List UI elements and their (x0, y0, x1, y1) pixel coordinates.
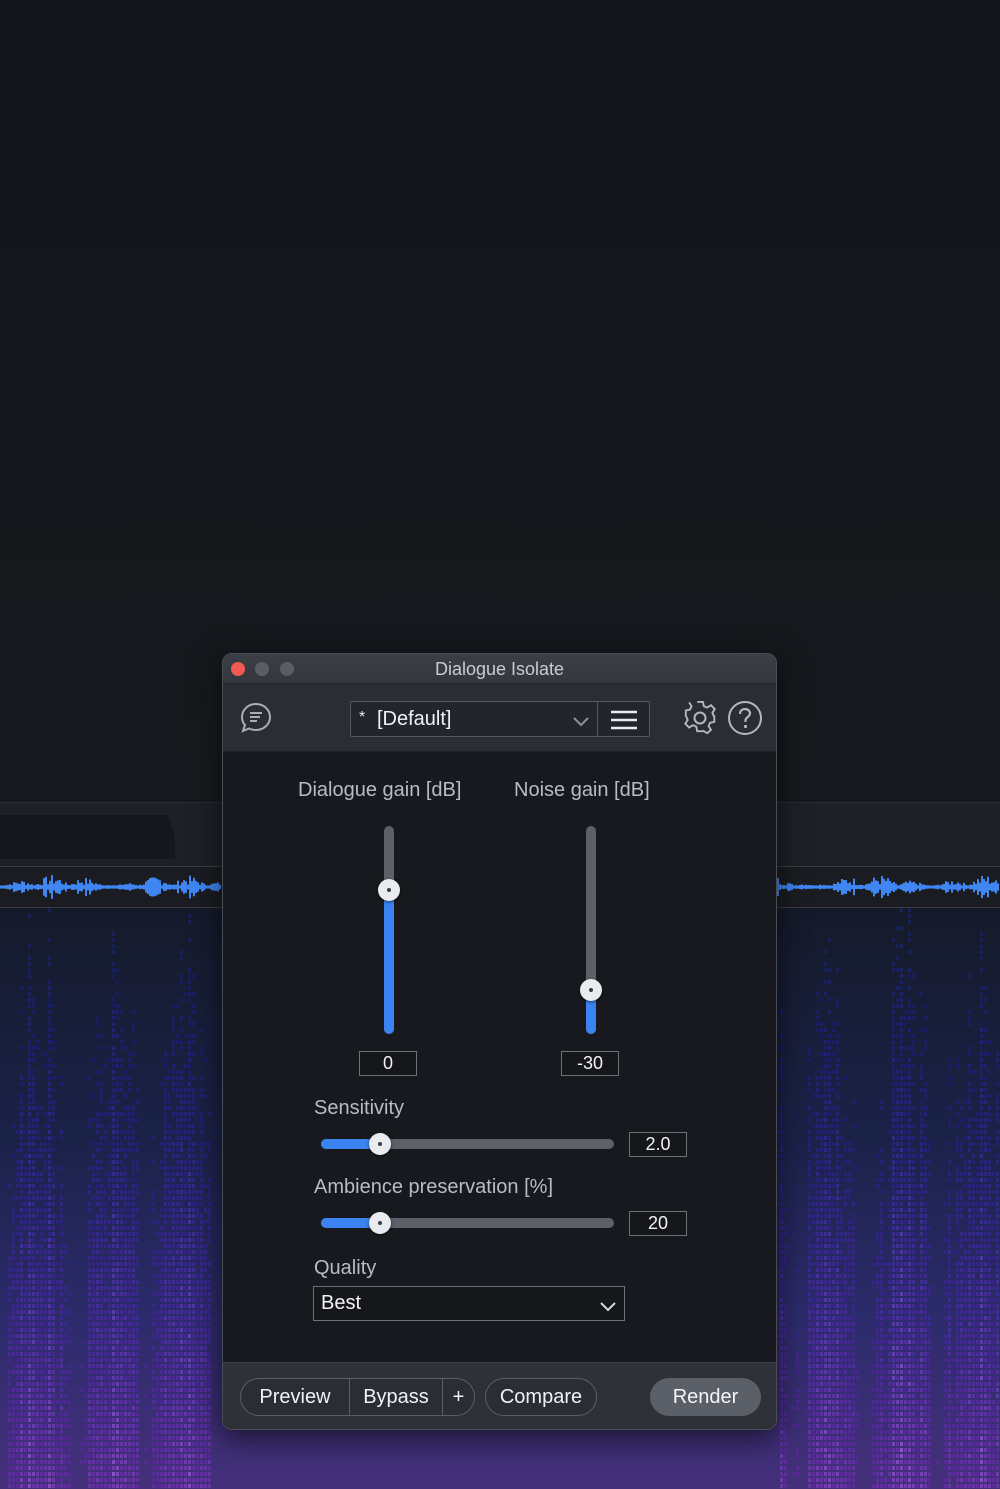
dialogue-gain-label: Dialogue gain [dB] (298, 779, 462, 801)
chevron-down-icon[interactable] (573, 714, 589, 732)
dialogue-gain-slider[interactable] (378, 826, 400, 1034)
sensitivity-label: Sensitivity (314, 1097, 405, 1119)
dialogue-isolate-window: Dialogue Isolate * [Default] Dialogue ga… (222, 653, 777, 1430)
quality-selected-value: Best (321, 1292, 362, 1314)
window-title: Dialogue Isolate (434, 659, 565, 679)
preview-bypass-group: Preview Bypass + (240, 1378, 475, 1416)
bypass-button[interactable]: Bypass (350, 1379, 442, 1415)
ambience-preservation-slider[interactable] (321, 1212, 614, 1234)
ambience-preservation-value-field[interactable]: 20 (629, 1211, 687, 1236)
noise-gain-value-field[interactable]: -30 (561, 1051, 619, 1076)
preset-modified-marker: * (359, 709, 366, 726)
plugin-footer: Preview Bypass + Compare Render (223, 1362, 776, 1429)
chevron-down-icon (600, 1299, 616, 1317)
preset-divider (597, 702, 598, 736)
help-icon[interactable] (727, 700, 763, 741)
render-button[interactable]: Render (650, 1378, 761, 1416)
sensitivity-handle[interactable] (369, 1133, 391, 1155)
gear-icon[interactable] (682, 700, 718, 741)
add-bypass-button[interactable]: + (443, 1379, 474, 1415)
ambience-preservation-label: Ambience preservation [%] (314, 1176, 554, 1198)
quality-label: Quality (314, 1257, 377, 1279)
dialogue-gain-fill (384, 890, 394, 1034)
sensitivity-value-field[interactable]: 2.0 (629, 1132, 687, 1157)
window-titlebar[interactable]: Dialogue Isolate (223, 654, 776, 684)
preset-selector[interactable]: * [Default] (350, 701, 650, 737)
preset-name: [Default] (377, 708, 452, 730)
dialogue-gain-value-field[interactable]: 0 (359, 1051, 417, 1076)
editor-tab[interactable] (0, 815, 175, 859)
compare-group: Compare (485, 1378, 597, 1416)
noise-gain-handle[interactable] (580, 979, 602, 1001)
ambience-preservation-handle[interactable] (369, 1212, 391, 1234)
noise-gain-label: Noise gain [dB] (514, 779, 650, 801)
preview-button[interactable]: Preview (241, 1379, 349, 1415)
quality-dropdown[interactable]: Best (313, 1286, 625, 1321)
chat-icon[interactable] (239, 701, 273, 740)
noise-gain-slider[interactable] (580, 826, 602, 1034)
plugin-header: * [Default] (223, 684, 776, 752)
compare-button[interactable]: Compare (486, 1379, 596, 1415)
hamburger-menu-icon[interactable] (611, 710, 637, 735)
sensitivity-slider[interactable] (321, 1133, 614, 1155)
dialogue-gain-handle[interactable] (378, 879, 400, 901)
